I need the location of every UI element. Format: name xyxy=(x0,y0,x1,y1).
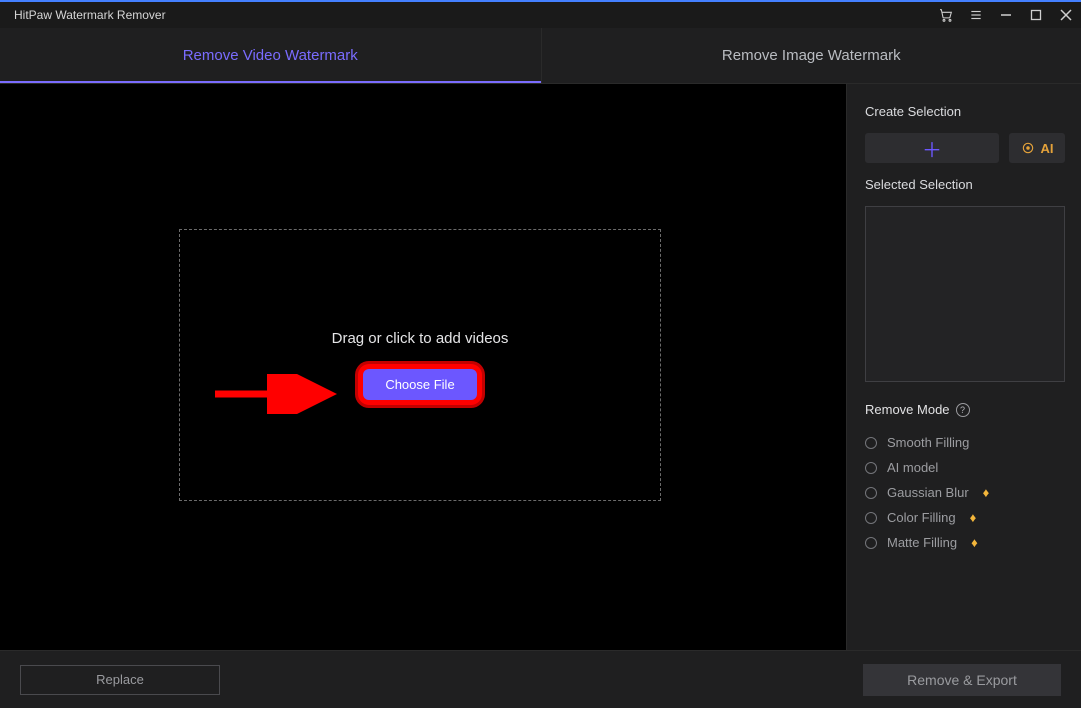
main-canvas: Drag or click to add videos Choose File xyxy=(0,84,846,650)
ai-icon xyxy=(1021,141,1035,155)
mode-ai-model[interactable]: AI model xyxy=(865,460,1065,475)
menu-icon[interactable] xyxy=(961,2,991,28)
remove-mode-label: Remove Mode xyxy=(865,402,950,417)
ai-selection-button[interactable]: AI xyxy=(1009,133,1065,163)
radio-icon xyxy=(865,462,877,474)
mode-label: Smooth Filling xyxy=(887,435,969,450)
mode-label: AI model xyxy=(887,460,938,475)
create-selection-label: Create Selection xyxy=(865,104,1065,119)
tab-video-label: Remove Video Watermark xyxy=(183,47,358,64)
mode-label: Gaussian Blur xyxy=(887,485,969,500)
footer-bar: Replace Remove & Export xyxy=(0,650,1081,708)
mode-tabs: Remove Video Watermark Remove Image Wate… xyxy=(0,28,1081,84)
mode-gaussian-blur[interactable]: Gaussian Blur ♦ xyxy=(865,485,1065,500)
mode-matte-filling[interactable]: Matte Filling ♦ xyxy=(865,535,1065,550)
dropzone-text: Drag or click to add videos xyxy=(332,330,509,347)
app-title: HitPaw Watermark Remover xyxy=(14,8,166,22)
radio-icon xyxy=(865,537,877,549)
app-window: HitPaw Watermark Remover Remove Video Wa… xyxy=(0,0,1081,708)
replace-button[interactable]: Replace xyxy=(20,665,220,695)
selection-preview xyxy=(865,206,1065,382)
radio-icon xyxy=(865,437,877,449)
radio-icon xyxy=(865,487,877,499)
add-selection-button[interactable]: ＋ xyxy=(865,133,999,163)
selected-selection-label: Selected Selection xyxy=(865,177,1065,192)
tab-image-label: Remove Image Watermark xyxy=(722,47,901,64)
remove-mode-heading: Remove Mode ? xyxy=(865,402,1065,417)
ai-button-label: AI xyxy=(1041,141,1054,156)
minimize-icon[interactable] xyxy=(991,2,1021,28)
radio-icon xyxy=(865,512,877,524)
choose-file-button[interactable]: Choose File xyxy=(363,369,476,400)
tab-video-watermark[interactable]: Remove Video Watermark xyxy=(0,28,541,83)
maximize-icon[interactable] xyxy=(1021,2,1051,28)
create-selection-buttons: ＋ AI xyxy=(865,133,1065,163)
mode-smooth-filling[interactable]: Smooth Filling xyxy=(865,435,1065,450)
choose-file-wrap: Choose File xyxy=(363,369,476,400)
remove-modes: Smooth Filling AI model Gaussian Blur ♦ … xyxy=(865,435,1065,550)
remove-export-button[interactable]: Remove & Export xyxy=(863,664,1061,696)
premium-icon: ♦ xyxy=(983,485,990,500)
content-body: Drag or click to add videos Choose File … xyxy=(0,84,1081,650)
mode-color-filling[interactable]: Color Filling ♦ xyxy=(865,510,1065,525)
close-icon[interactable] xyxy=(1051,2,1081,28)
title-bar: HitPaw Watermark Remover xyxy=(0,2,1081,28)
premium-icon: ♦ xyxy=(970,510,977,525)
mode-label: Matte Filling xyxy=(887,535,957,550)
plus-icon: ＋ xyxy=(922,134,942,163)
mode-label: Color Filling xyxy=(887,510,956,525)
premium-icon: ♦ xyxy=(971,535,978,550)
window-controls xyxy=(931,2,1081,28)
help-icon[interactable]: ? xyxy=(956,403,970,417)
side-panel: Create Selection ＋ AI Selected Selection… xyxy=(846,84,1081,650)
tab-image-watermark[interactable]: Remove Image Watermark xyxy=(541,28,1081,83)
dropzone[interactable]: Drag or click to add videos Choose File xyxy=(179,229,661,501)
cart-icon[interactable] xyxy=(931,2,961,28)
